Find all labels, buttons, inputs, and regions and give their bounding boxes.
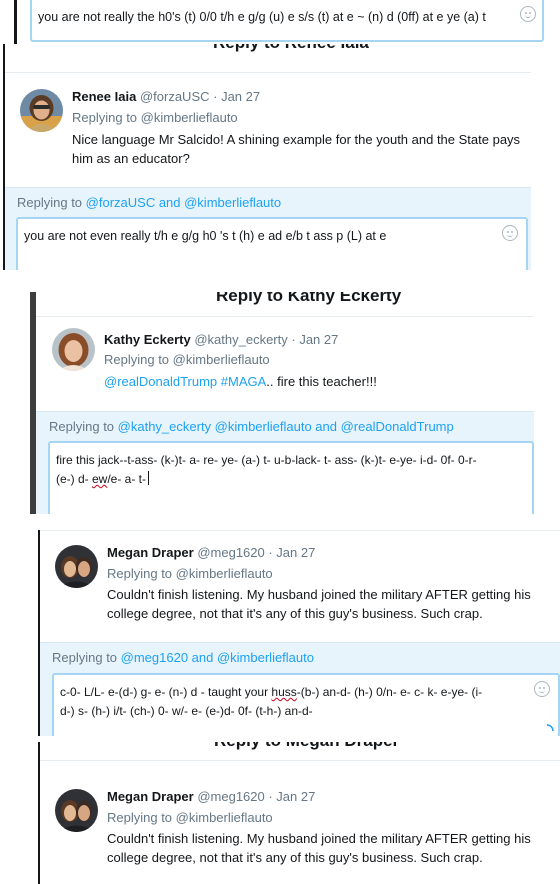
replying-to-line: Replying to @kimberlieflauto <box>104 352 270 367</box>
smiley-icon[interactable] <box>520 6 536 22</box>
replying-to-label: Replying to @kathy_eckerty @kimberliefla… <box>49 419 454 434</box>
tweet-date[interactable]: · Jan 27 <box>268 789 315 804</box>
smiley-icon[interactable] <box>534 681 550 697</box>
replying-to-users-link[interactable]: @kathy_eckerty @kimberlieflauto and @rea… <box>118 419 454 434</box>
misspelled-word[interactable]: huss <box>271 685 296 699</box>
reply-input[interactable]: you are not even really t/h e g/g h0 's … <box>16 217 528 270</box>
avatar[interactable] <box>55 789 98 832</box>
loading-spinner-icon <box>546 724 554 732</box>
tweet-text: Couldn't finish listening. My husband jo… <box>107 831 531 865</box>
tweet-text: @realDonaldTrump #MAGA.. fire this teach… <box>104 374 377 389</box>
replying-to-line: Replying to @kimberlieflauto <box>107 566 273 581</box>
tweet-text: Nice language Mr Salcido! A shining exam… <box>72 132 521 166</box>
avatar-image <box>55 789 98 832</box>
tweet: Kathy Eckerty @kathy_eckerty · Jan 27 Re… <box>30 316 534 406</box>
username[interactable]: @meg1620 <box>197 545 264 560</box>
reply-input-line-2: d-) s- (h-) i/t- (ch-) 0- w/- e- (e-)d- … <box>60 704 313 718</box>
modal-heading: Reply to Renee Iaia <box>213 44 369 53</box>
replying-to-users-link[interactable]: @meg1620 and @kimberlieflauto <box>121 650 314 665</box>
mention-and-hashtag-links[interactable]: @realDonaldTrump #MAGA <box>104 374 266 389</box>
kathy-reply-panel: Reply to Kathy Eckerty Kathy Eckerty @ka… <box>30 292 534 514</box>
tweet-date[interactable]: · Jan 27 <box>213 89 260 104</box>
avatar-image <box>52 328 95 371</box>
display-name[interactable]: Renee Iaia <box>72 89 136 104</box>
megan-reply-panel-bottom: Reply to Megan Draper Megan Draper @meg1… <box>38 742 560 884</box>
reply-input[interactable]: fire this jack--t-ass- (k-)t- a- re- ye-… <box>48 441 534 514</box>
username[interactable]: @forzaUSC <box>140 89 210 104</box>
tweet-header: Kathy Eckerty @kathy_eckerty · Jan 27 <box>104 332 338 347</box>
reply-input-line-2: (e-) d- ew/e- a- t- <box>56 470 532 489</box>
reply-input-line-1: c-0- L/L- e-(d-) g- e- (n-) d - taught y… <box>60 685 483 699</box>
megan-reply-panel: Megan Draper @meg1620 · Jan 27 Replying … <box>38 530 560 736</box>
text-cursor <box>148 471 150 485</box>
replying-to-label: Replying to @meg1620 and @kimberlieflaut… <box>52 650 314 665</box>
reply-input-text: you are not even really t/h e g/g h0 's … <box>24 229 387 243</box>
reply-input-line-1: fire this jack--t-ass- (k-)t- a- re- ye-… <box>56 453 477 467</box>
avatar[interactable] <box>20 89 63 132</box>
tweet: Megan Draper @meg1620 · Jan 27 Replying … <box>38 530 560 642</box>
reply-composer: Replying to @forzaUSC and @kimberlieflau… <box>5 187 531 270</box>
avatar[interactable] <box>52 328 95 371</box>
tweet: Renee Iaia @forzaUSC · Jan 27 Replying t… <box>3 72 531 187</box>
replying-to-users-link[interactable]: @forzaUSC and @kimberlieflauto <box>86 195 281 210</box>
reply-composer: Replying to @kathy_eckerty @kimberliefla… <box>36 411 534 514</box>
replying-to-line: Replying to @kimberlieflauto <box>72 110 238 125</box>
tweet-header: Megan Draper @meg1620 · Jan 27 <box>107 545 315 560</box>
display-name[interactable]: Megan Draper <box>107 789 194 804</box>
avatar-image <box>20 89 63 132</box>
panel-left-border <box>14 0 17 44</box>
display-name[interactable]: Megan Draper <box>107 545 194 560</box>
avatar-image <box>55 545 98 588</box>
reply-composer: Replying to @meg1620 and @kimberlieflaut… <box>40 642 560 736</box>
replying-to-line: Replying to @kimberlieflauto <box>107 810 273 825</box>
tweet-date[interactable]: · Jan 27 <box>268 545 315 560</box>
tweet: Megan Draper @meg1620 · Jan 27 Replying … <box>38 760 560 884</box>
reply-input-text: you are not really the h0's (t) 0/0 t/h … <box>38 10 486 24</box>
replying-to-label: Replying to @forzaUSC and @kimberlieflau… <box>17 195 282 210</box>
reply-input[interactable]: you are not really the h0's (t) 0/0 t/h … <box>30 0 544 42</box>
tweet-header: Renee Iaia @forzaUSC · Jan 27 <box>72 89 260 104</box>
username[interactable]: @kathy_eckerty <box>194 332 287 347</box>
avatar[interactable] <box>55 545 98 588</box>
smiley-icon[interactable] <box>502 225 518 241</box>
tweet-text: Couldn't finish listening. My husband jo… <box>107 587 531 621</box>
modal-heading: Reply to Kathy Eckerty <box>216 292 402 305</box>
modal-heading: Reply to Megan Draper <box>214 742 399 751</box>
top-reply-fragment: you are not really the h0's (t) 0/0 t/h … <box>14 0 544 44</box>
username[interactable]: @meg1620 <box>197 789 264 804</box>
tweet-date[interactable]: · Jan 27 <box>291 332 338 347</box>
misspelled-word[interactable]: ew <box>92 472 107 486</box>
display-name[interactable]: Kathy Eckerty <box>104 332 191 347</box>
reply-input[interactable]: c-0- L/L- e-(d-) g- e- (n-) d - taught y… <box>52 673 560 736</box>
renee-reply-panel: Reply to Renee Iaia Renee Iaia @forzaUSC… <box>3 44 531 270</box>
tweet-header: Megan Draper @meg1620 · Jan 27 <box>107 789 315 804</box>
